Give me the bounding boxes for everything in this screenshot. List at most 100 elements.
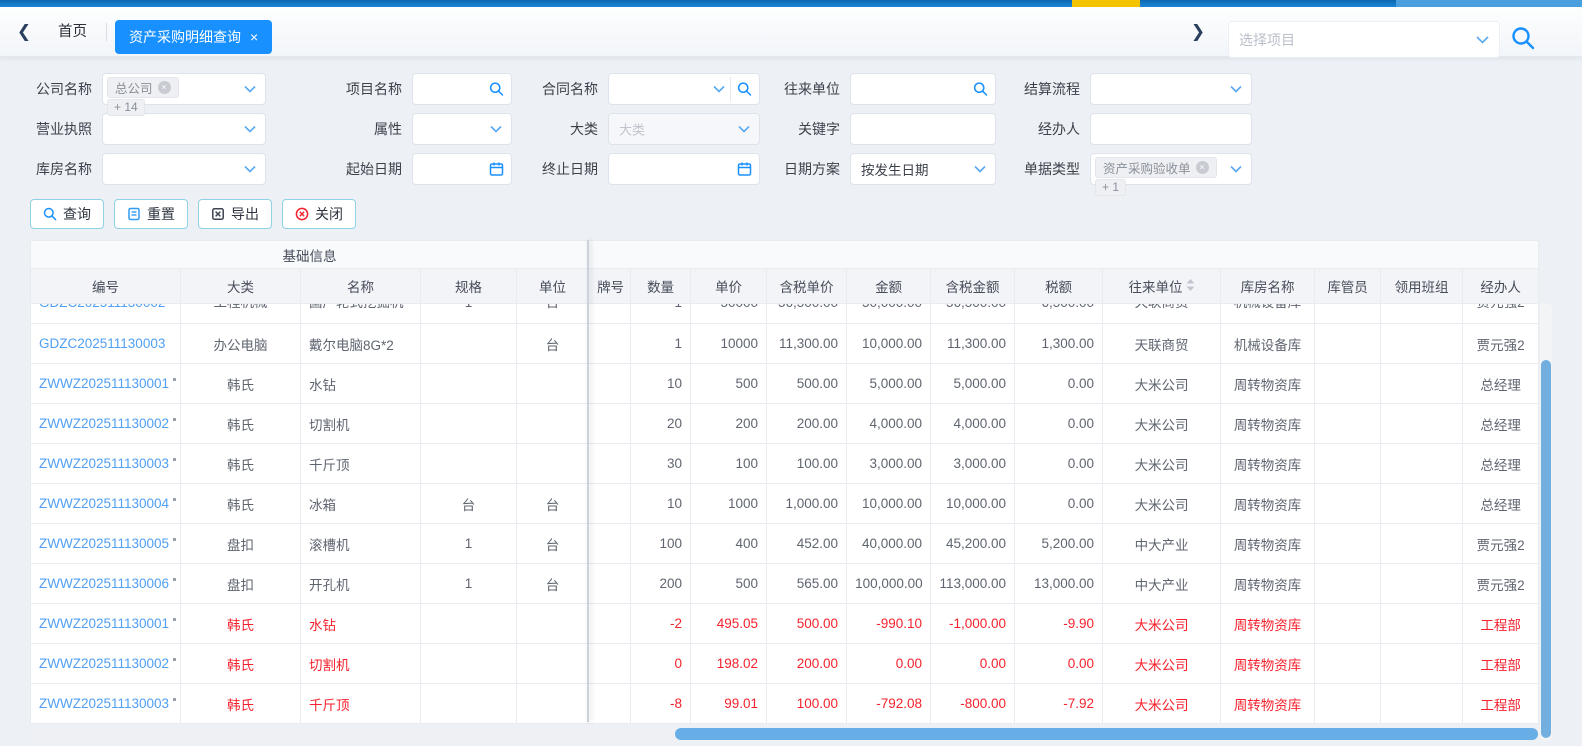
col-header-team[interactable]: 领用班组 bbox=[1380, 268, 1464, 304]
col-header-unit[interactable]: 单位 bbox=[515, 268, 590, 304]
tag-remove-icon[interactable]: × bbox=[1195, 161, 1209, 174]
col-header-tax-amount[interactable]: 含税金额 bbox=[930, 268, 1016, 304]
cell-text: 6,500.00 bbox=[1042, 305, 1095, 311]
table-row[interactable]: ZWWZ202511130003 韩氏 千斤顶 30 100 100.00 3,000.00… bbox=[30, 443, 1540, 484]
cell-tax-amount: 0.00 bbox=[930, 643, 1016, 684]
doc-no-link[interactable]: GDZC202511130002 bbox=[39, 305, 165, 311]
doc-no-link[interactable]: ZWWZ202511130003 bbox=[39, 696, 169, 711]
col-header-spec[interactable]: 规格 bbox=[420, 268, 517, 304]
calendar-icon[interactable] bbox=[489, 162, 504, 177]
company-select[interactable]: 总公司 × + 14 bbox=[102, 73, 266, 116]
tab-asset-purchase-detail-query[interactable]: 资产采购明细查询 × bbox=[115, 20, 273, 54]
table-row[interactable]: ZWWZ202511130005 盘扣 滚槽机 1 台 100 400 452.00 40,00… bbox=[30, 523, 1540, 564]
col-header-keeper[interactable]: 库管员 bbox=[1314, 268, 1382, 304]
project-select[interactable]: 选择项目 bbox=[1228, 21, 1500, 58]
cell-qty: -8 bbox=[630, 683, 692, 724]
cell-qty: 100 bbox=[630, 523, 692, 564]
table-row[interactable]: GDZC202511130003 办公电脑 戴尔电脑8G*2 台 1 10000 11,30… bbox=[30, 323, 1540, 364]
table-row[interactable]: ZWWZ202511130003 韩氏 千斤顶 -8 99.01 100.00 -792.0… bbox=[30, 683, 1540, 724]
cell-text: 周转物资库 bbox=[1233, 497, 1302, 513]
cell-price: 500 bbox=[690, 363, 768, 404]
tabs-scroll-right-icon[interactable]: ❯ bbox=[1188, 22, 1208, 42]
tabs-scroll-left-icon[interactable]: ❮ bbox=[14, 22, 34, 42]
doc-no-link[interactable]: ZWWZ202511130003 bbox=[39, 456, 169, 471]
search-icon[interactable] bbox=[737, 82, 752, 97]
global-search-icon[interactable] bbox=[1510, 25, 1538, 53]
doc-no-link[interactable]: ZWWZ202511130002 bbox=[39, 656, 169, 671]
close-button[interactable]: 关闭 bbox=[282, 199, 356, 229]
cell-text: 台 bbox=[461, 497, 476, 513]
table-row[interactable]: ZWWZ202511130001 韩氏 水钻 10 500 500.00 5,000.00 5… bbox=[30, 363, 1540, 404]
col-header-no[interactable]: 编号 bbox=[30, 268, 181, 304]
cell-category: 盘扣 bbox=[180, 563, 301, 604]
horizontal-scrollbar-thumb[interactable] bbox=[675, 728, 1538, 740]
cell-amount: 3,000.00 bbox=[846, 443, 932, 484]
col-header-price[interactable]: 单价 bbox=[690, 268, 768, 304]
filter-panel: 公司名称 总公司 × + 14 项目名称 合同名称 往来单位 结算流程 营业执照… bbox=[0, 57, 1582, 196]
tag-remove-icon[interactable]: × bbox=[157, 81, 171, 94]
search-icon[interactable] bbox=[489, 82, 504, 97]
tab-home[interactable]: 首页 bbox=[46, 19, 99, 45]
col-header-vendor[interactable]: 往来单位 bbox=[1102, 268, 1222, 304]
col-header-warehouse[interactable]: 库房名称 bbox=[1220, 268, 1316, 304]
col-header-qty[interactable]: 数量 bbox=[630, 268, 692, 304]
warehouse-select[interactable] bbox=[102, 153, 266, 185]
calendar-icon[interactable] bbox=[737, 162, 752, 177]
col-header-name[interactable]: 名称 bbox=[300, 268, 421, 304]
horizontal-scrollbar[interactable] bbox=[30, 727, 1540, 741]
cell-qty: -2 bbox=[630, 603, 692, 644]
doc-no-link[interactable]: ZWWZ202511130006 bbox=[39, 576, 169, 591]
category-select[interactable]: 大类 bbox=[608, 113, 760, 145]
frozen-pane-divider[interactable] bbox=[587, 240, 589, 722]
doc-no-link[interactable]: ZWWZ202511130001 bbox=[39, 376, 169, 391]
cell-keeper bbox=[1314, 323, 1382, 364]
keyword-input[interactable] bbox=[851, 114, 995, 144]
doc-no-link[interactable]: GDZC202511130003 bbox=[39, 336, 165, 351]
table-row[interactable]: ZWWZ202511130002 韩氏 切割机 0 198.02 200.00 0.00 0.… bbox=[30, 643, 1540, 684]
col-header-brand[interactable]: 牌号 bbox=[588, 268, 632, 304]
agent-input[interactable] bbox=[1091, 114, 1251, 144]
query-button[interactable]: 查询 bbox=[30, 199, 104, 229]
contract-select[interactable] bbox=[608, 73, 760, 105]
settlement-select[interactable] bbox=[1090, 73, 1252, 105]
search-icon[interactable] bbox=[973, 82, 988, 97]
table-row[interactable]: ZWWZ202511130006 盘扣 开孔机 1 台 200 500 565.00 100,0… bbox=[30, 563, 1540, 604]
cell-no: ZWWZ202511130003 bbox=[30, 443, 181, 484]
vertical-scrollbar-thumb[interactable] bbox=[1541, 360, 1551, 738]
doc-no-link[interactable]: ZWWZ202511130004 bbox=[39, 496, 169, 511]
cell-text: 韩氏 bbox=[227, 497, 254, 513]
cell-name: 千斤顶 bbox=[300, 443, 421, 484]
doc-no-link[interactable]: ZWWZ202511130001 bbox=[39, 616, 169, 631]
table-row[interactable]: GDZC202511130002 工程机械 国产轮式挖掘机 1 台 1 50000 56,50… bbox=[30, 303, 1540, 324]
attribute-select[interactable] bbox=[412, 113, 512, 145]
sort-icon[interactable] bbox=[1186, 279, 1195, 291]
doc-type-select[interactable]: 资产采购验收单 × + 1 bbox=[1090, 153, 1252, 196]
col-header-amount[interactable]: 金额 bbox=[846, 268, 932, 304]
col-header-category[interactable]: 大类 bbox=[180, 268, 301, 304]
keyword-input-wrap bbox=[850, 113, 996, 145]
doc-no-link[interactable]: ZWWZ202511130002 bbox=[39, 416, 169, 431]
cell-amount: 0.00 bbox=[846, 643, 932, 684]
date-plan-select[interactable]: 按发生日期 bbox=[850, 153, 996, 185]
export-button[interactable]: 导出 bbox=[198, 199, 272, 229]
cell-name: 切割机 bbox=[300, 643, 421, 684]
col-header-agent[interactable]: 经办人 bbox=[1462, 268, 1540, 304]
table-row[interactable]: ZWWZ202511130001 韩氏 水钻 -2 495.05 500.00 -990.1… bbox=[30, 603, 1540, 644]
filter-license: 营业执照 bbox=[30, 113, 266, 145]
group-header-row: 基础信息 bbox=[29, 240, 1540, 269]
table-row[interactable]: ZWWZ202511130002 韩氏 切割机 20 200 200.00 4,000.00… bbox=[30, 403, 1540, 444]
tab-close-icon[interactable]: × bbox=[250, 30, 258, 44]
vertical-scrollbar[interactable] bbox=[1540, 303, 1552, 741]
group-header-rest bbox=[588, 240, 1540, 269]
cell-team bbox=[1380, 683, 1464, 724]
cell-tax: 1,300.00 bbox=[1014, 323, 1104, 364]
col-header-tax[interactable]: 税额 bbox=[1014, 268, 1104, 304]
cell-tax-amount: 10,000.00 bbox=[930, 483, 1016, 524]
cell-keeper bbox=[1314, 523, 1382, 564]
col-header-tax-price[interactable]: 含税单价 bbox=[766, 268, 848, 304]
table-row[interactable]: ZWWZ202511130004 韩氏 冰箱 台 台 10 1000 1,000.00 10,0… bbox=[30, 483, 1540, 524]
reset-button[interactable]: 重置 bbox=[114, 199, 188, 229]
license-select[interactable] bbox=[102, 113, 266, 145]
doc-no-link[interactable]: ZWWZ202511130005 bbox=[39, 536, 169, 551]
cell-text: 10 bbox=[667, 496, 683, 511]
